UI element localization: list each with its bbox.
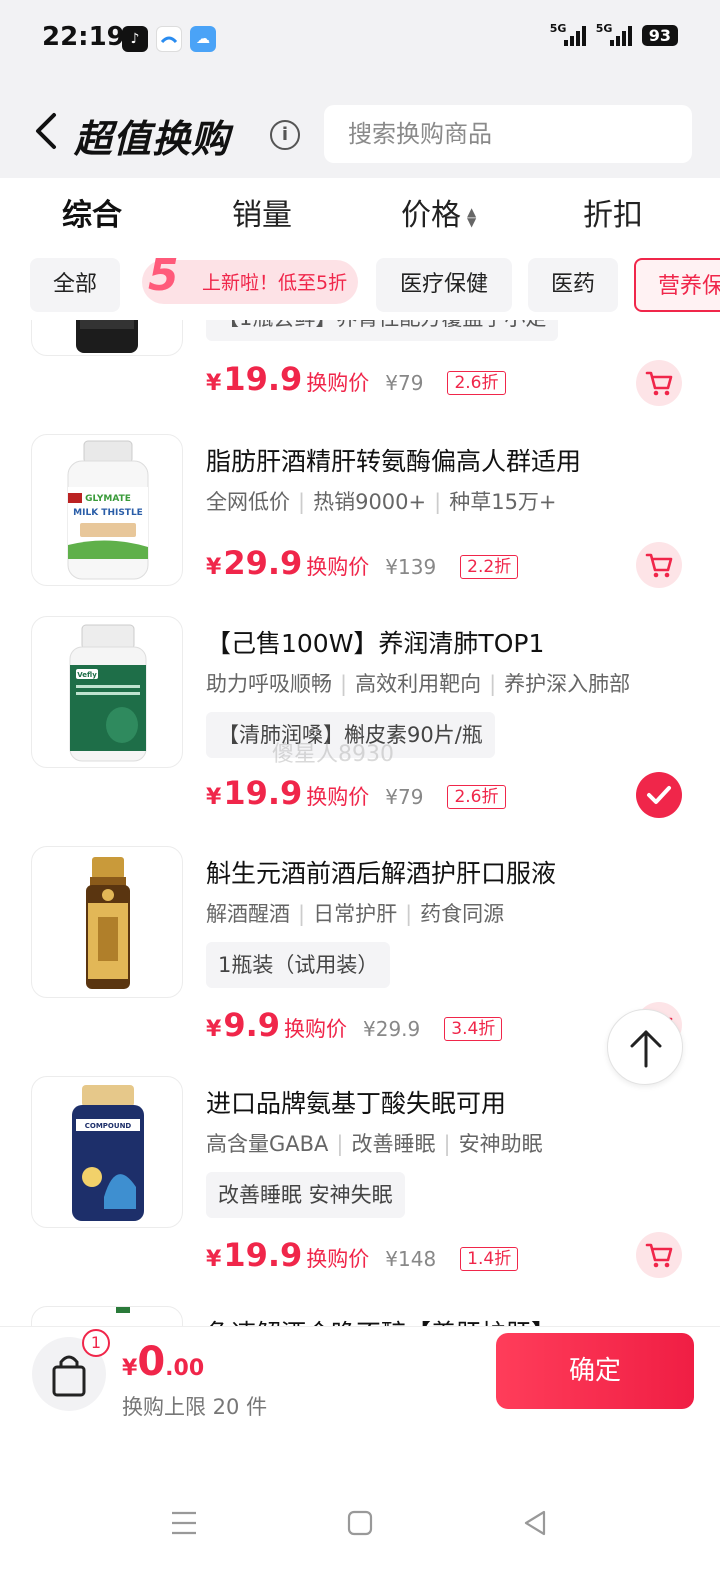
promo-five-icon: 5 bbox=[148, 252, 179, 301]
weather-icon: ☁ bbox=[190, 26, 216, 52]
discount-badge: 3.4折 bbox=[444, 1017, 503, 1041]
exchange-price: ¥19.9 bbox=[206, 360, 303, 398]
checkout-bar: 1 ¥0.00 换购上限 20 件 确定 bbox=[0, 1326, 720, 1464]
search-input[interactable]: 搜索换购商品 bbox=[324, 105, 692, 163]
original-price: ¥139 bbox=[385, 555, 437, 579]
exchange-price-label: 换购价 bbox=[306, 555, 370, 579]
chip-nutrition[interactable]: 营养保 bbox=[634, 258, 720, 312]
exchange-price: ¥19.9 bbox=[206, 1236, 303, 1274]
tab-price-label: 价格 bbox=[401, 198, 461, 233]
svg-text:Vefly: Vefly bbox=[77, 671, 97, 679]
signal-icon: 5G bbox=[596, 22, 632, 46]
product-tags: 助力呼吸顺畅 | 高效利用靶向 | 养护深入肺部 bbox=[206, 672, 631, 696]
status-time: 22:19 bbox=[42, 22, 125, 52]
tab-discount[interactable]: 折扣 bbox=[583, 190, 643, 234]
chip-medical-care[interactable]: 医疗保健 bbox=[376, 258, 512, 312]
add-to-cart-button[interactable] bbox=[636, 360, 682, 406]
svg-text:GLYMATE: GLYMATE bbox=[85, 494, 131, 504]
status-app-icons: ♪ ☁ bbox=[122, 26, 216, 52]
exchange-price: ¥19.9 bbox=[206, 774, 303, 812]
price-row: ¥19.9 换购价 ¥79 2.6折 bbox=[206, 360, 506, 398]
cart-count-badge: 1 bbox=[82, 1329, 110, 1357]
tab-sales[interactable]: 销量 bbox=[232, 190, 292, 234]
category-chips: 全部 5 上新啦！低至5折 医疗保健 医药 营养保 bbox=[0, 252, 720, 320]
back-icon[interactable] bbox=[522, 1510, 548, 1536]
cart-icon bbox=[645, 1243, 673, 1268]
product-title: 脂肪肝酒精肝转氨酶偏高人群适用 bbox=[206, 447, 582, 476]
product-thumbnail bbox=[31, 846, 183, 998]
original-price: ¥29.9 bbox=[363, 1017, 421, 1041]
selected-check-button[interactable] bbox=[636, 772, 682, 818]
tiktok-icon: ♪ bbox=[122, 26, 148, 52]
chip-promo[interactable]: 5 上新啦！低至5折 bbox=[142, 252, 358, 304]
exchange-price-label: 换购价 bbox=[284, 1017, 347, 1041]
product-spec: 【1瓶尝鲜】养肾性配方覆盖手小足 bbox=[206, 320, 559, 341]
product-thumbnail bbox=[31, 1306, 183, 1326]
status-bar: 22:19 ♪ ☁ 5G 5G 93 bbox=[0, 0, 720, 80]
discount-badge: 2.6折 bbox=[447, 371, 506, 395]
product-list: 【1瓶尝鲜】养肾性配方覆盖手小足 ¥19.9换购价¥792.6折 GLYMATE… bbox=[0, 320, 720, 1326]
exchange-price: ¥29.9 bbox=[206, 544, 303, 582]
tab-comprehensive[interactable]: 综合 bbox=[62, 190, 122, 234]
product-title: 进口品牌氨基丁酸失眠可用 bbox=[206, 1089, 507, 1118]
page-title: 超值换购 bbox=[74, 117, 231, 161]
product-title: 斛生元酒前酒后解酒护肝口服液 bbox=[206, 859, 557, 888]
product-title: 急速解酒合晚不醉【养肝护肝】 bbox=[206, 1314, 556, 1326]
discount-badge: 1.4折 bbox=[460, 1247, 519, 1271]
original-price: ¥148 bbox=[385, 1247, 437, 1271]
battery-indicator: 93 bbox=[641, 24, 678, 46]
price-row: ¥19.9 换购价 ¥148 1.4折 bbox=[206, 1236, 519, 1274]
product-tags: 高含量GABA | 改善睡眠 | 安神助眠 bbox=[206, 1132, 543, 1156]
exchange-price-label: 换购价 bbox=[306, 1247, 370, 1271]
signal-icon: 5G bbox=[550, 22, 586, 46]
product-thumbnail: Vefly bbox=[31, 616, 183, 768]
original-price: ¥79 bbox=[385, 785, 424, 809]
cloud-app-icon bbox=[156, 26, 182, 52]
chip-medicine[interactable]: 医药 bbox=[528, 258, 618, 312]
product-tags: 全网低价 | 热销9000+ | 种草15万+ bbox=[206, 490, 557, 514]
product-thumbnail: COMPOUND bbox=[31, 1076, 183, 1228]
cart-icon bbox=[645, 553, 673, 578]
product-thumbnail bbox=[31, 320, 183, 356]
total-price: ¥0.00 bbox=[122, 1339, 205, 1385]
svg-text:COMPOUND: COMPOUND bbox=[85, 1122, 132, 1130]
home-icon[interactable] bbox=[347, 1510, 373, 1536]
product-tags: 解酒醒酒 | 日常护肝 | 药食同源 bbox=[206, 902, 505, 926]
arrow-up-icon bbox=[630, 1030, 662, 1068]
add-to-cart-button[interactable] bbox=[636, 542, 682, 588]
back-arrow-icon[interactable] bbox=[34, 112, 58, 150]
status-indicators: 5G 5G 93 bbox=[550, 22, 678, 46]
back-to-top-button[interactable] bbox=[607, 1009, 683, 1085]
exchange-price: ¥9.9 bbox=[206, 1006, 280, 1044]
confirm-button[interactable]: 确定 bbox=[496, 1333, 694, 1409]
check-icon bbox=[647, 786, 671, 804]
svg-text:MILK THISTLE: MILK THISTLE bbox=[73, 508, 143, 518]
discount-badge: 2.6折 bbox=[447, 785, 506, 809]
tab-price[interactable]: 价格 ▲ ▼ bbox=[401, 190, 476, 234]
sort-tabs: 综合 销量 价格 ▲ ▼ 折扣 bbox=[0, 178, 720, 252]
add-to-cart-button[interactable] bbox=[636, 1232, 682, 1278]
price-row: ¥29.9 换购价 ¥139 2.2折 bbox=[206, 544, 519, 582]
original-price: ¥79 bbox=[385, 371, 424, 395]
product-title: 【己售100W】养润清肺TOP1 bbox=[206, 629, 545, 658]
price-row: ¥19.9 换购价 ¥79 2.6折 bbox=[206, 774, 506, 812]
exchange-price-label: 换购价 bbox=[306, 371, 370, 395]
discount-badge: 2.2折 bbox=[460, 555, 519, 579]
watermark: 傻星人8930 bbox=[272, 742, 394, 767]
cart-icon bbox=[645, 371, 673, 396]
chip-all[interactable]: 全部 bbox=[30, 258, 120, 312]
sort-arrows-icon: ▲ ▼ bbox=[467, 204, 477, 229]
menu-icon[interactable] bbox=[170, 1510, 198, 1536]
system-nav-bar bbox=[0, 1464, 720, 1584]
product-spec[interactable]: 1瓶装（试用装） bbox=[206, 942, 391, 988]
product-spec[interactable]: 改善睡眠 安神失眠 bbox=[206, 1172, 405, 1218]
page-header: 超值换购 i 搜索换购商品 bbox=[0, 80, 720, 178]
product-thumbnail: GLYMATE MILK THISTLE bbox=[31, 434, 183, 586]
price-row: ¥9.9 换购价 ¥29.9 3.4折 bbox=[206, 1006, 503, 1044]
promo-label: 上新啦！低至5折 bbox=[202, 272, 348, 294]
exchange-limit-text: 换购上限 20 件 bbox=[122, 1395, 268, 1419]
exchange-price-label: 换购价 bbox=[306, 785, 370, 809]
info-icon[interactable]: i bbox=[270, 120, 300, 150]
